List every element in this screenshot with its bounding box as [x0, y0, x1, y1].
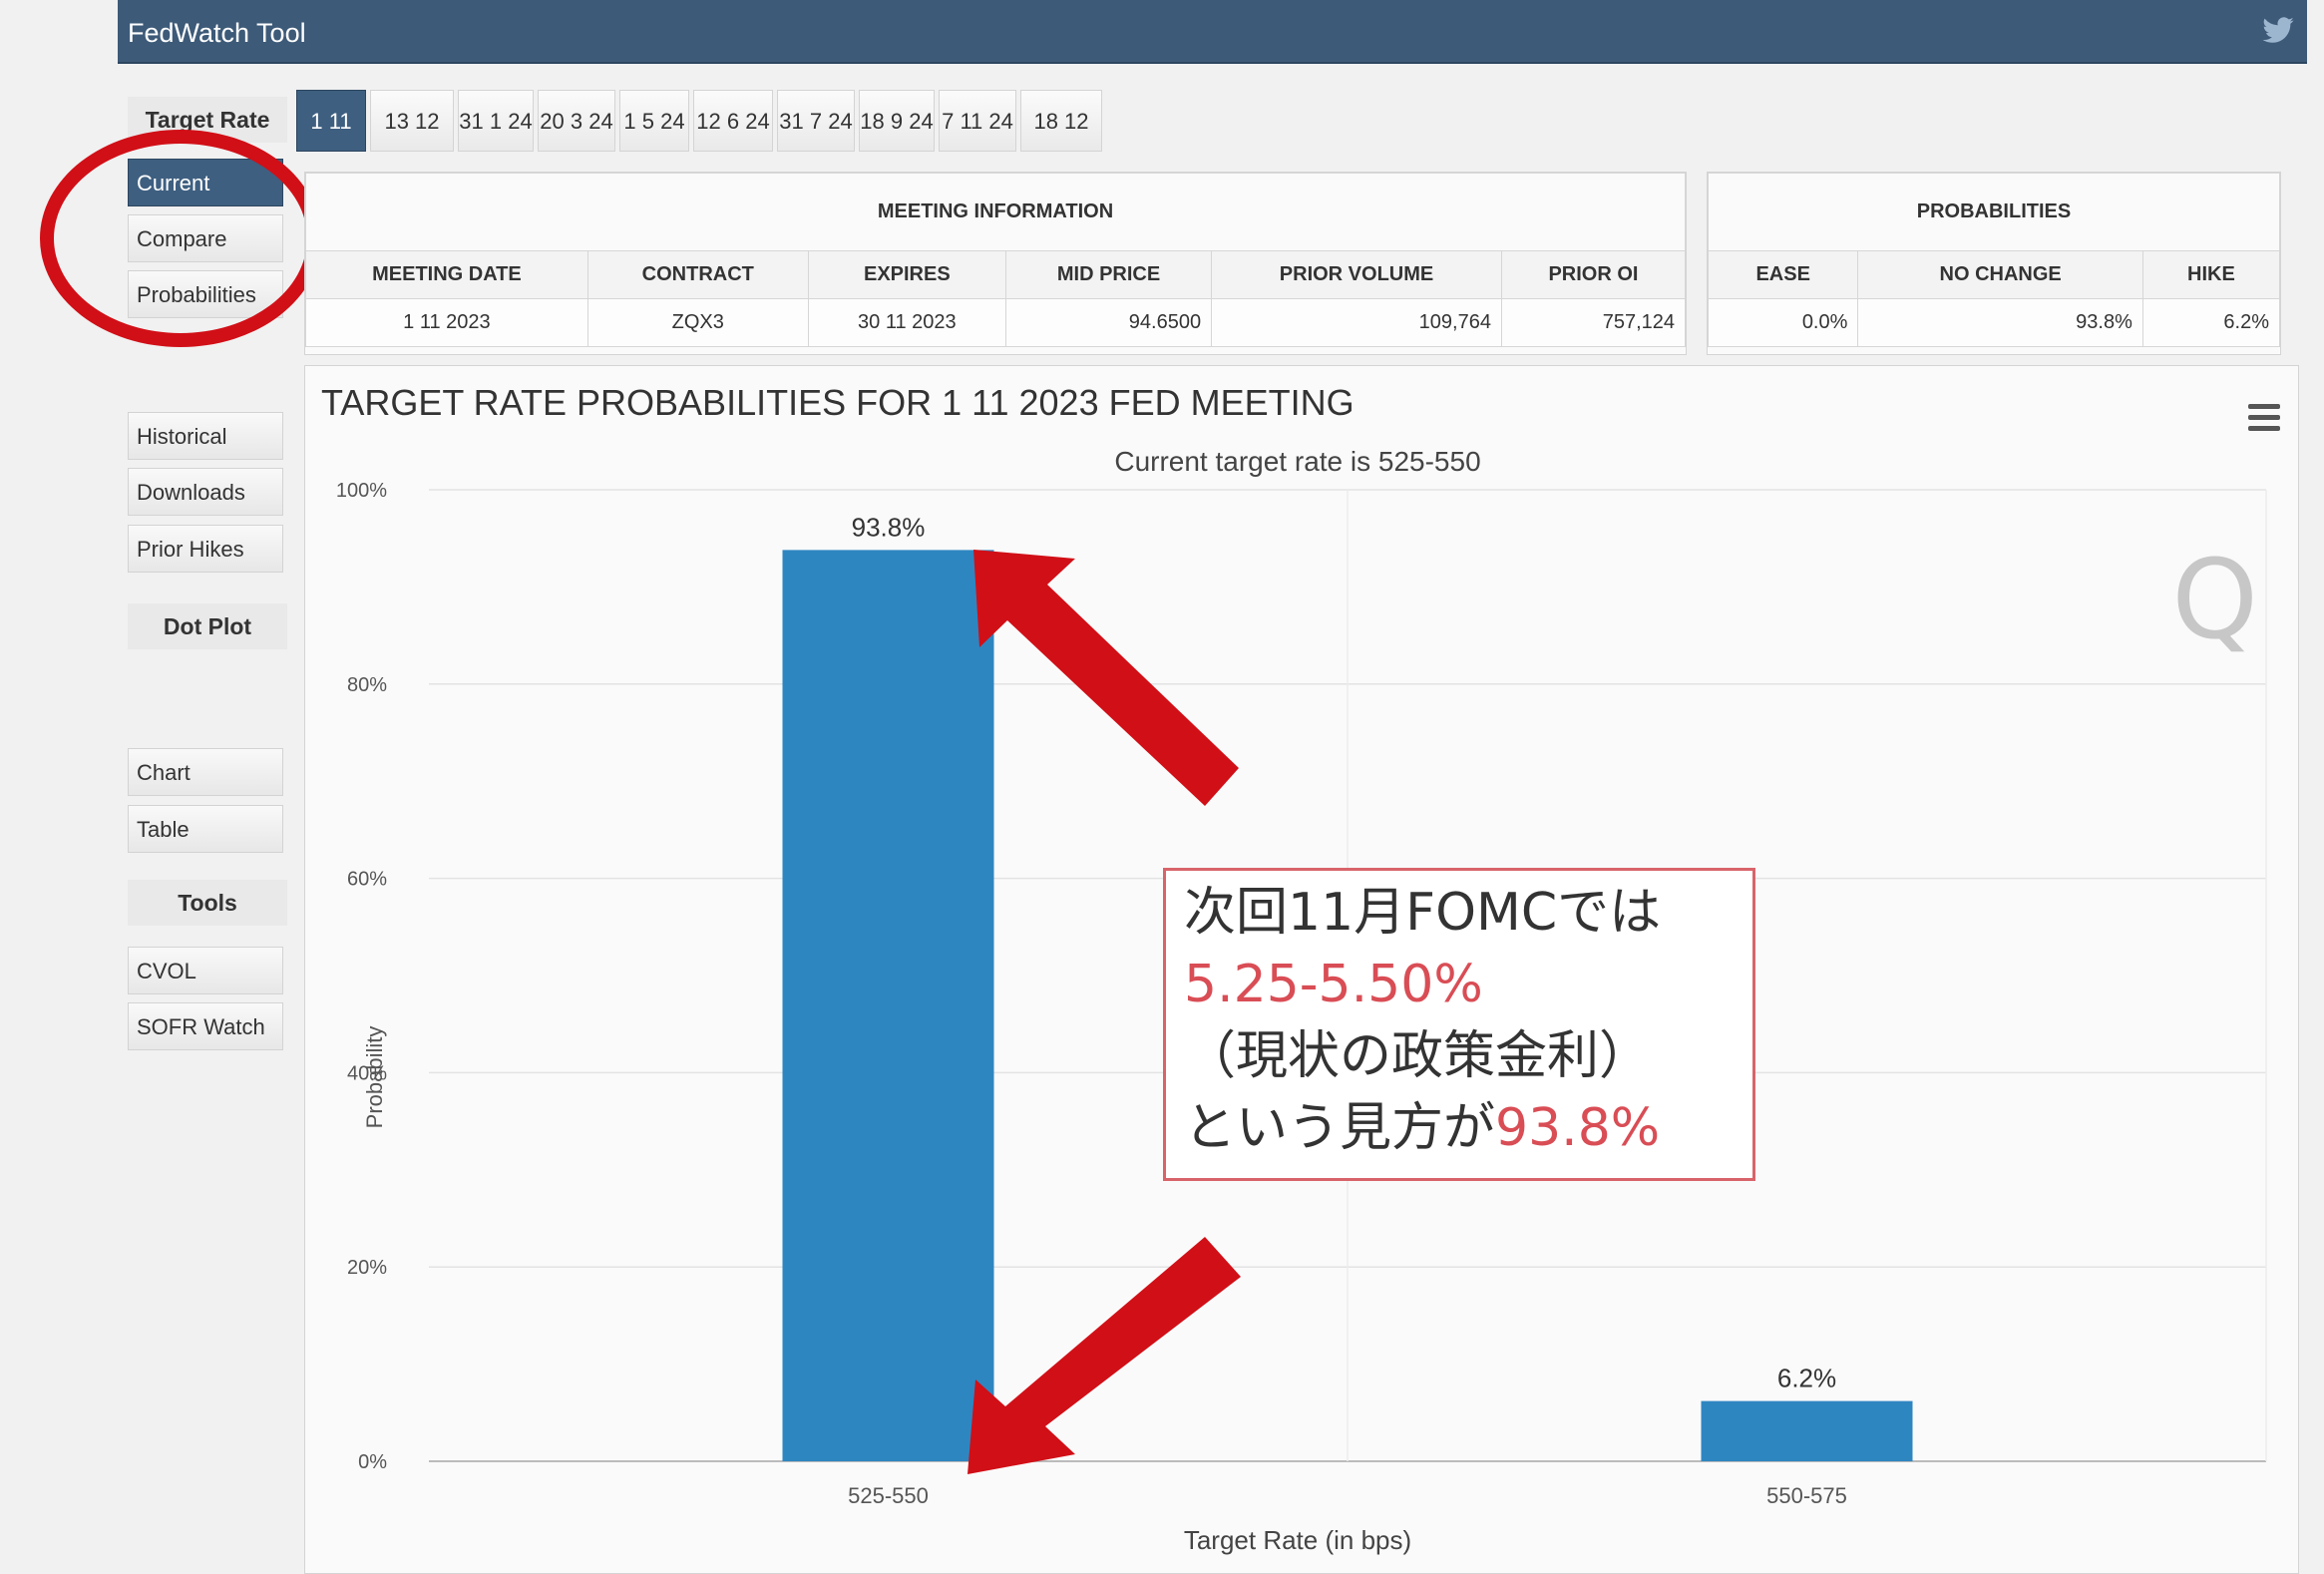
y-tick-label: 80%: [347, 674, 387, 696]
tab-meeting-4[interactable]: 20 3 24: [538, 90, 615, 152]
cell-expires: 30 11 2023: [807, 298, 1006, 347]
x-axis-label: Target Rate (in bps): [1183, 1525, 1412, 1555]
sidebar-heading-target-rate: Target Rate: [128, 97, 287, 143]
probabilities-caption: PROBABILITIES: [1708, 173, 2280, 251]
y-tick-label: 60%: [347, 869, 387, 891]
tab-meeting-9[interactable]: 7 11 24: [939, 90, 1016, 152]
annotation-line-4: という見方が93.8%: [1184, 1092, 1735, 1164]
header-contract: CONTRACT: [586, 250, 809, 299]
twitter-bird-icon[interactable]: [2261, 14, 2295, 48]
tab-meeting-3[interactable]: 31 1 24: [458, 90, 534, 152]
tab-meeting-10[interactable]: 18 12 24: [1020, 90, 1102, 196]
header-mid-price: MID PRICE: [1004, 250, 1213, 299]
header-prior-oi: PRIOR OI: [1500, 250, 1687, 299]
sidebar-item-sofr-watch[interactable]: SOFR Watch: [128, 1002, 283, 1050]
probabilities-panel: PROBABILITIES EASE NO CHANGE HIKE 0.0% 9…: [1707, 172, 2281, 355]
tab-meeting-6[interactable]: 12 6 24: [693, 90, 773, 152]
bar: [1701, 1400, 1913, 1461]
tab-meeting-8[interactable]: 18 9 24: [859, 90, 935, 152]
meeting-information-caption: MEETING INFORMATION: [305, 173, 1686, 251]
header-meeting-date: MEETING DATE: [305, 250, 588, 299]
y-tick-label: 40%: [347, 1062, 387, 1084]
cell-ease: 0.0%: [1707, 298, 1859, 347]
probabilities-table: PROBABILITIES EASE NO CHANGE HIKE 0.0% 9…: [1707, 173, 2281, 347]
tab-meeting-2[interactable]: 13 12 23: [370, 90, 454, 196]
app-title: FedWatch Tool: [128, 18, 306, 48]
data-label: 6.2%: [1777, 1364, 1836, 1393]
sidebar-item-downloads[interactable]: Downloads: [128, 468, 283, 516]
bar: [782, 550, 994, 1461]
header-prior-volume: PRIOR VOLUME: [1211, 250, 1502, 299]
annotation-box: 次回11月FOMCでは 5.25-5.50% （現状の政策金利） という見方が9…: [1163, 868, 1755, 1181]
cell-prior-oi: 757,124: [1500, 298, 1687, 347]
sidebar-item-cvol[interactable]: CVOL: [128, 947, 283, 994]
cell-contract: ZQX3: [586, 298, 809, 347]
sidebar-item-prior-hikes[interactable]: Prior Hikes: [128, 525, 283, 573]
annotation-rate-range: 5.25-5.50%: [1184, 955, 1483, 1014]
sidebar-item-historical[interactable]: Historical: [128, 412, 283, 460]
meeting-information-panel: MEETING INFORMATION MEETING DATE CONTRAC…: [304, 172, 1687, 355]
annotation-line-1: 次回11月FOMCでは: [1184, 883, 1662, 943]
x-tick-label: 550-575: [1766, 1483, 1847, 1508]
y-tick-label: 0%: [358, 1451, 387, 1473]
cell-prior-volume: 109,764: [1211, 298, 1502, 347]
sidebar-heading-tools: Tools: [128, 880, 287, 926]
annotation-line-4-prefix: という見方が: [1184, 1098, 1496, 1158]
cell-mid-price: 94.6500: [1004, 298, 1213, 347]
cell-no-change: 93.8%: [1857, 298, 2143, 347]
sidebar-item-probabilities[interactable]: Probabilities: [128, 270, 283, 318]
tab-meeting-7[interactable]: 31 7 24: [777, 90, 855, 152]
sidebar-item-chart[interactable]: Chart: [128, 748, 283, 796]
header-no-change: NO CHANGE: [1857, 250, 2143, 299]
annotation-probability-value: 93.8%: [1495, 1098, 1661, 1158]
sidebar-item-table[interactable]: Table: [128, 805, 283, 853]
cell-hike: 6.2%: [2141, 298, 2281, 347]
tab-meeting-1[interactable]: 1 11 23: [296, 90, 366, 196]
sidebar-item-current[interactable]: Current: [128, 159, 283, 206]
cell-meeting-date: 1 11 2023: [305, 298, 588, 347]
y-tick-label: 100%: [336, 480, 387, 502]
x-tick-label: 525-550: [848, 1483, 929, 1508]
header-ease: EASE: [1707, 250, 1859, 299]
data-label: 93.8%: [852, 512, 926, 542]
header-hike: HIKE: [2141, 250, 2281, 299]
sidebar-item-compare[interactable]: Compare: [128, 214, 283, 262]
meeting-information-table: MEETING INFORMATION MEETING DATE CONTRAC…: [305, 173, 1687, 347]
tab-meeting-5[interactable]: 1 5 24: [619, 90, 689, 152]
header-expires: EXPIRES: [807, 250, 1006, 299]
annotation-line-3: （現状の政策金利）: [1184, 1026, 1652, 1086]
y-tick-label: 20%: [347, 1257, 387, 1279]
app-title-bar: FedWatch Tool: [118, 0, 2307, 64]
sidebar-heading-dot-plot: Dot Plot: [128, 603, 287, 649]
